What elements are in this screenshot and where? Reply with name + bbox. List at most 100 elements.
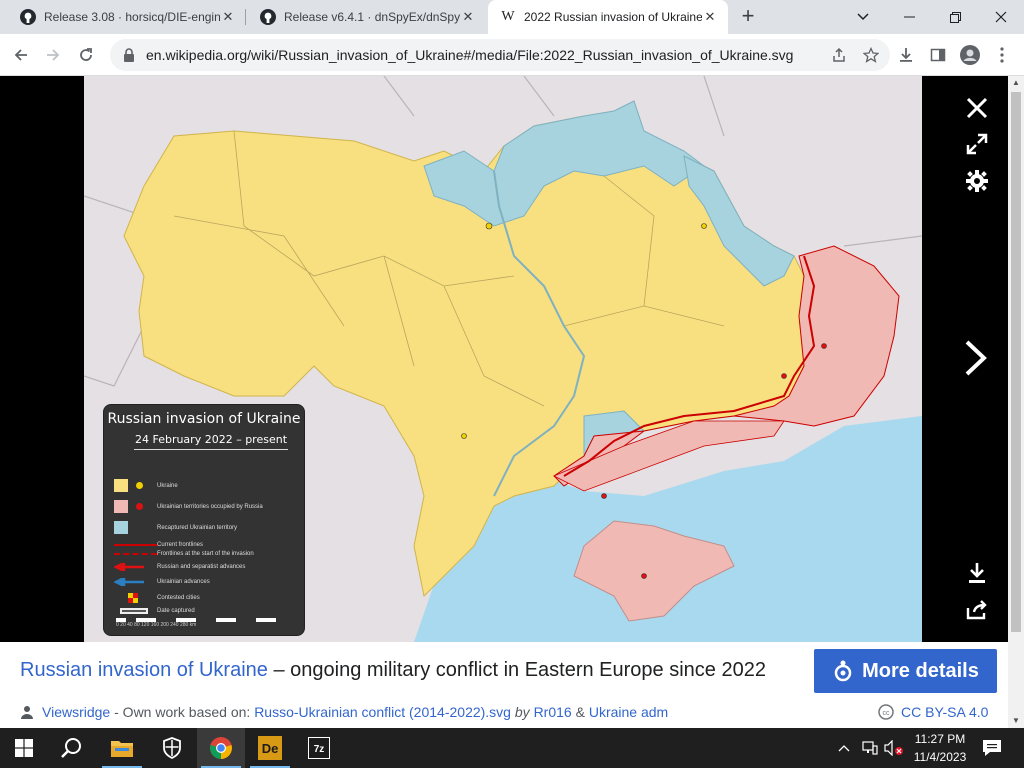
red-arrow-icon — [114, 563, 157, 571]
map-scale: 0 20 40 80 120 160 200 240 280 km — [116, 618, 296, 628]
url-text[interactable]: en.wikipedia.org/wiki/Russian_invasion_o… — [146, 47, 826, 63]
legend-swatch — [114, 500, 128, 513]
tab-title: Release v6.4.1 · dnSpyEx/dnSpy · — [284, 10, 460, 24]
forward-button[interactable] — [40, 42, 66, 68]
windows-taskbar: De 7z 11:27 PM 11/4/2023 — [0, 728, 1024, 768]
chrome-icon[interactable] — [197, 728, 245, 768]
contributor-link[interactable]: Ukraine adm — [589, 704, 668, 720]
tab-die-engine[interactable]: Release 3.08 · horsicq/DIE-engine ✕ — [8, 0, 246, 34]
github-icon — [260, 9, 276, 25]
network-icon[interactable] — [862, 728, 878, 768]
search-icon[interactable] — [48, 728, 96, 768]
file-explorer-icon[interactable] — [98, 728, 146, 768]
tab-wikipedia[interactable]: W 2022 Russian invasion of Ukraine ✕ — [488, 0, 728, 34]
contributor-link[interactable]: Rr016 — [534, 704, 572, 720]
legend-label: Contested cities — [157, 595, 200, 601]
legend-date: 24 February 2022 – present — [134, 433, 288, 450]
volume-muted-icon[interactable] — [884, 728, 904, 768]
legend-label: Frontlines at the start of the invasion — [157, 551, 254, 557]
lock-icon[interactable] — [122, 48, 136, 62]
map-image[interactable]: Russian invasion of Ukraine 24 February … — [84, 76, 922, 642]
blue-arrow-icon — [114, 578, 157, 586]
svg-text:De: De — [262, 741, 279, 756]
legend-label: Date captured — [157, 608, 195, 614]
clock-date: 11/4/2023 — [913, 750, 967, 764]
legend-label: Russian and separatist advances — [157, 564, 246, 570]
scroll-up-arrow-icon[interactable]: ▲ — [1008, 76, 1024, 90]
by-text: by — [510, 704, 534, 720]
restore-button[interactable] — [932, 0, 978, 34]
next-image-chevron-icon[interactable] — [958, 338, 994, 378]
github-icon — [20, 9, 36, 25]
minimize-button[interactable] — [886, 0, 932, 34]
author-link[interactable]: Viewsridge — [42, 704, 110, 720]
clock-time: 11:27 PM — [914, 732, 966, 746]
legend-label: Ukrainian advances — [157, 579, 210, 585]
caption-description: – ongoing military conflict in Eastern E… — [267, 659, 766, 681]
caption-headline: Russian invasion of Ukraine – ongoing mi… — [20, 659, 766, 682]
settings-gear-icon[interactable] — [962, 166, 992, 196]
more-details-button[interactable]: More details — [814, 649, 997, 693]
license-label: CC BY-SA 4.0 — [901, 704, 989, 720]
source-file-link[interactable]: Russo-Ukrainian conflict (2014-2022).svg — [254, 704, 511, 720]
windows-logo-icon — [15, 739, 33, 757]
legend-item-start-frontlines: Frontlines at the start of the invasion — [114, 551, 254, 557]
tab-separator — [245, 9, 246, 25]
ampersand-text: & — [571, 704, 589, 720]
legend-swatch — [114, 479, 128, 492]
tab-dnspy[interactable]: Release v6.4.1 · dnSpyEx/dnSpy · ✕ — [248, 0, 486, 34]
security-shield-icon[interactable] — [148, 728, 196, 768]
7zip-icon[interactable]: 7z — [295, 728, 343, 768]
download-icon[interactable] — [893, 42, 919, 68]
browser-tabstrip: Release 3.08 · horsicq/DIE-engine ✕ Rele… — [0, 0, 1024, 34]
scroll-down-arrow-icon[interactable]: ▼ — [1008, 714, 1024, 728]
scale-labels: 0 20 40 80 120 160 200 240 280 km — [116, 622, 197, 628]
close-tab-icon[interactable]: ✕ — [220, 9, 236, 25]
wikimedia-info-icon — [832, 660, 854, 682]
notifications-icon[interactable] — [982, 728, 1002, 768]
page-scrollbar[interactable]: ▲ ▼ — [1008, 76, 1024, 728]
legend-label: Ukraine — [157, 482, 178, 489]
profile-avatar-icon[interactable] — [957, 42, 983, 68]
legend-dot — [136, 482, 143, 489]
close-window-button[interactable] — [978, 0, 1024, 34]
contested-city-icon — [114, 593, 157, 603]
legend-item-occupied: Ukrainian territories occupied by Russia — [114, 500, 263, 513]
article-title-link[interactable]: Russian invasion of Ukraine — [20, 659, 268, 681]
fullscreen-icon[interactable] — [962, 129, 992, 159]
legend-label: Current frontlines — [157, 542, 204, 548]
media-caption: Russian invasion of Ukraine – ongoing mi… — [0, 642, 1008, 728]
svg-text:7z: 7z — [314, 744, 325, 755]
close-tab-icon[interactable]: ✕ — [460, 9, 476, 25]
reload-button[interactable] — [73, 42, 99, 68]
new-tab-button[interactable]: + — [736, 5, 760, 29]
browser-toolbar: en.wikipedia.org/wiki/Russian_invasion_o… — [0, 34, 1024, 76]
address-bar[interactable]: en.wikipedia.org/wiki/Russian_invasion_o… — [110, 39, 890, 71]
show-hidden-icons-chevron[interactable] — [838, 728, 850, 768]
legend-title: Russian invasion of Ukraine — [107, 411, 301, 427]
die-app-icon[interactable]: De — [246, 728, 294, 768]
legend-label: Ukrainian territories occupied by Russia — [157, 503, 263, 510]
close-tab-icon[interactable]: ✕ — [702, 9, 718, 25]
more-details-label: More details — [862, 659, 979, 682]
back-button[interactable] — [8, 42, 34, 68]
start-button[interactable] — [0, 728, 48, 768]
share-icon[interactable] — [826, 42, 852, 68]
scrollbar-thumb[interactable] — [1011, 92, 1021, 632]
tab-search-icon[interactable] — [840, 0, 886, 34]
creative-commons-icon: cc — [878, 704, 894, 720]
download-image-icon[interactable] — [962, 558, 992, 588]
legend-swatch — [114, 521, 128, 534]
close-viewer-icon[interactable] — [962, 93, 992, 123]
menu-kebab-icon[interactable] — [989, 42, 1015, 68]
legend-item-ukraine: Ukraine — [114, 479, 178, 492]
license-link[interactable]: cc CC BY-SA 4.0 — [878, 704, 988, 720]
side-panel-icon[interactable] — [925, 42, 951, 68]
bookmark-star-icon[interactable] — [858, 42, 884, 68]
wikipedia-icon: W — [501, 9, 515, 24]
system-clock[interactable]: 11:27 PM 11/4/2023 — [906, 730, 974, 766]
legend-item-contested: Contested cities — [114, 593, 200, 603]
share-image-icon[interactable] — [962, 595, 992, 625]
svg-text:cc: cc — [883, 710, 891, 717]
legend-item-current-frontlines: Current frontlines — [114, 542, 203, 548]
